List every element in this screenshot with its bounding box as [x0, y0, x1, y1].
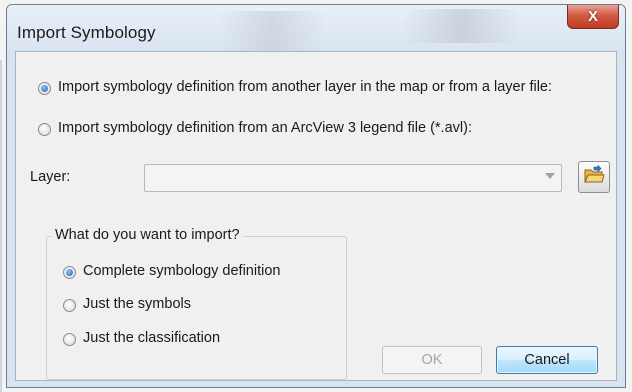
- radio-import-from-layer-label[interactable]: Import symbology definition from another…: [58, 79, 552, 95]
- radio-just-symbols-label[interactable]: Just the symbols: [83, 296, 191, 312]
- open-folder-icon: [583, 164, 605, 190]
- radio-import-from-avl-label[interactable]: Import symbology definition from an ArcV…: [58, 120, 472, 136]
- close-button[interactable]: X: [567, 5, 619, 29]
- import-options-group-title: What do you want to import?: [52, 227, 243, 243]
- dialog-title: Import Symbology: [17, 23, 156, 42]
- browse-layer-button[interactable]: [578, 161, 610, 193]
- title-bar-glass-blur: [402, 9, 522, 43]
- title-bar-glass-blur: [217, 11, 327, 51]
- cancel-button[interactable]: Cancel: [496, 346, 598, 374]
- layer-dropdown[interactable]: [144, 164, 562, 192]
- radio-just-symbols[interactable]: [63, 299, 76, 312]
- radio-complete-symbology-label[interactable]: Complete symbology definition: [83, 263, 280, 279]
- ok-button[interactable]: OK: [382, 346, 482, 374]
- background-edge: [0, 60, 2, 392]
- radio-complete-symbology[interactable]: [63, 266, 76, 279]
- import-symbology-dialog: Import Symbology X Import symbology defi…: [6, 4, 626, 388]
- radio-import-from-layer[interactable]: [38, 82, 51, 95]
- dialog-body: Import symbology definition from another…: [15, 51, 617, 381]
- layer-label: Layer:: [30, 169, 71, 185]
- radio-just-classification-label[interactable]: Just the classification: [83, 330, 220, 346]
- radio-just-classification[interactable]: [63, 333, 76, 346]
- chevron-down-icon[interactable]: [545, 173, 555, 179]
- radio-import-from-avl[interactable]: [38, 123, 51, 136]
- close-icon: X: [587, 8, 598, 25]
